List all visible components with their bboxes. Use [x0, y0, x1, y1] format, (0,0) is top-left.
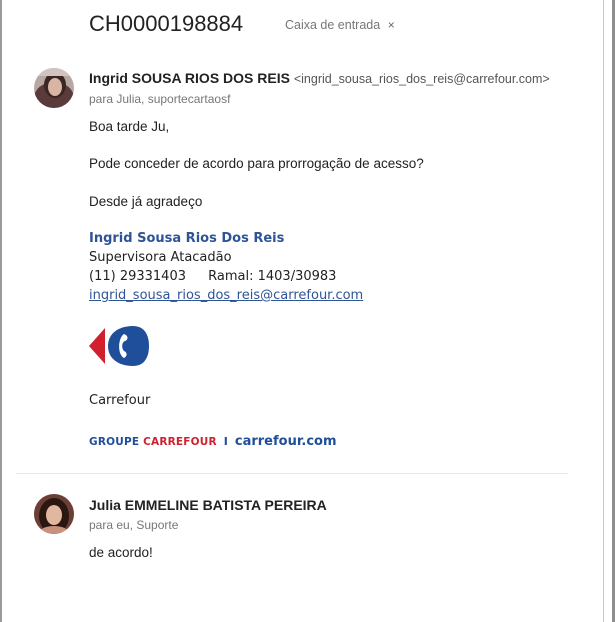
request-text: Pode conceder de acordo para prorrogação…	[89, 156, 424, 171]
closing-text: Desde já agradeço	[89, 194, 203, 209]
window-left-border	[0, 0, 2, 622]
sender-ingrid[interactable]: Ingrid SOUSA RIOS DOS REIS <ingrid_sousa…	[89, 70, 550, 86]
signature-email-link[interactable]: ingrid_sousa_rios_dos_reis@carrefour.com	[89, 288, 363, 303]
brand-footer: GROUPE CARREFOUR Icarrefour.com	[89, 430, 337, 449]
sender-julia[interactable]: Julia EMMELINE BATISTA PEREIRA	[89, 497, 327, 513]
signature-title: Supervisora Atacadão	[89, 250, 232, 265]
inbox-label-text: Caixa de entrada	[285, 18, 381, 32]
reply-text: de acordo!	[89, 545, 153, 560]
avatar-julia-image	[34, 494, 74, 534]
signature-phone-line: (11) 29331403 Ramal: 1403/30983	[89, 269, 336, 284]
inbox-label-chip[interactable]: Caixa de entrada ×	[285, 18, 395, 32]
carrefour-com-text: carrefour.com	[234, 434, 337, 449]
signature-company: Carrefour	[89, 393, 151, 408]
carrefour-logo-icon	[88, 324, 150, 368]
content-right-border	[603, 0, 604, 622]
remove-label-icon[interactable]: ×	[388, 18, 395, 32]
avatar-ingrid[interactable]	[34, 68, 74, 108]
avatar-julia[interactable]	[34, 494, 74, 534]
brand-separator: I	[223, 435, 228, 448]
recipients-line-1[interactable]: para Julia, suportecartaosf	[89, 92, 230, 106]
groupe-carrefour-text: GROUPE CARREFOUR	[89, 436, 217, 448]
sender-name-ingrid: Ingrid SOUSA RIOS DOS REIS	[89, 70, 290, 86]
thread-subject: CH0000198884	[89, 11, 244, 36]
avatar-ingrid-image	[34, 68, 74, 108]
recipients-line-2[interactable]: para eu, Suporte	[89, 518, 178, 532]
signature-name: Ingrid Sousa Rios Dos Reis	[89, 231, 285, 246]
signature-ramal: Ramal: 1403/30983	[208, 269, 337, 284]
signature-phone: (11) 29331403	[89, 269, 186, 284]
greeting-text: Boa tarde Ju,	[89, 119, 170, 134]
sender-email-ingrid: <ingrid_sousa_rios_dos_reis@carrefour.co…	[293, 72, 550, 86]
message-divider	[16, 473, 568, 474]
